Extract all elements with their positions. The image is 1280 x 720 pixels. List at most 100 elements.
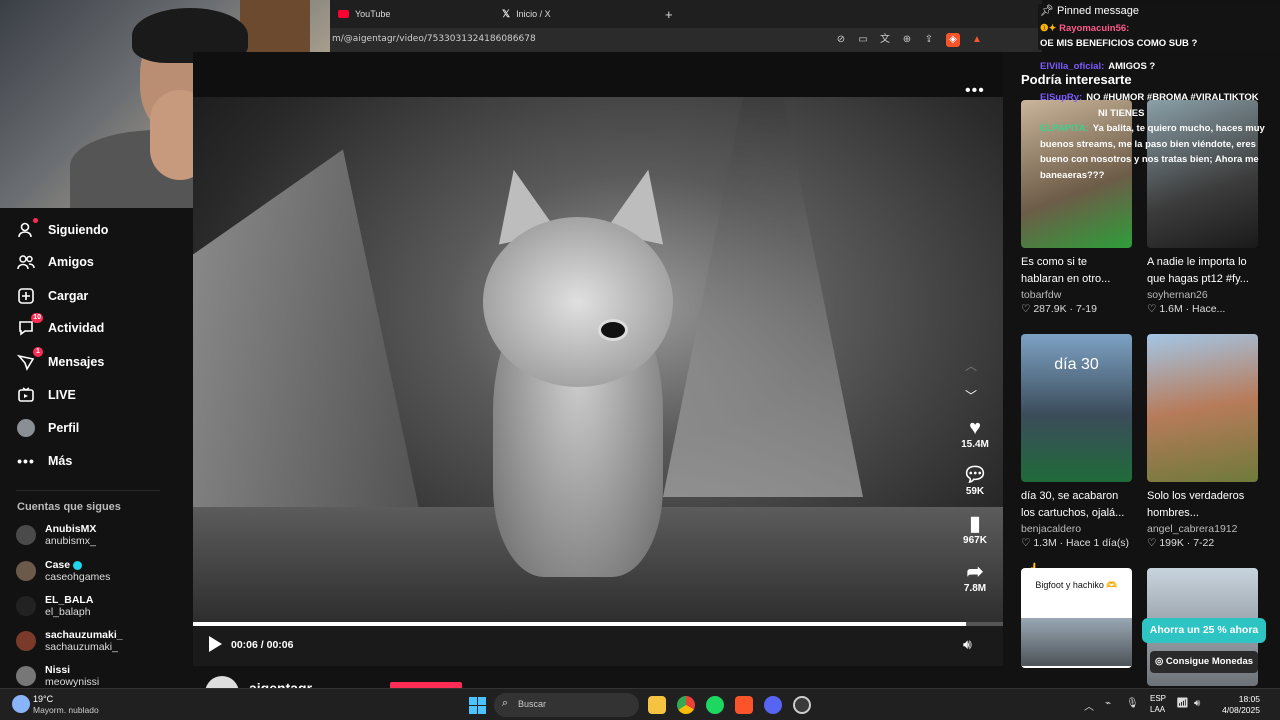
friends-icon (16, 252, 36, 272)
play-icon[interactable] (209, 636, 222, 652)
sidebar-item-following[interactable]: Siguiendo (16, 218, 108, 242)
video-controls: 00:06 / 00:06 🔊︎ (193, 626, 1003, 666)
chat-message: ElVilla_oficial: AMIGOS ? (1040, 61, 1156, 72)
tab-x[interactable]: 𝕏 Inicio / X (502, 4, 551, 24)
account-handle: caseohgames (45, 571, 111, 583)
video-street (663, 97, 863, 497)
new-tab-button[interactable]: + (665, 4, 673, 24)
followed-account[interactable]: AnubisMX anubismx_ (16, 521, 96, 549)
get-coins-button[interactable]: ◎ Consigue Monedas (1150, 651, 1258, 673)
sidebar-item-label: Perfil (48, 421, 80, 435)
zoom-icon[interactable]: ⊕ (900, 33, 914, 47)
like-button[interactable]: ♥ 15.4M (955, 417, 995, 450)
taskbar-search[interactable]: ⌕ Buscar (494, 693, 639, 717)
brave-browser-icon[interactable] (735, 696, 753, 714)
recommendation-card[interactable]: Bigfoot y hachiko 🫶 (1021, 568, 1132, 668)
followed-account[interactable]: Nissi meowynissi (16, 662, 99, 690)
card-meta: ♡ 1.6M · Hace... (1147, 303, 1226, 315)
avatar (16, 631, 36, 651)
chat-message: ELPAPITA: Ya balita, te quiero mucho, hac… (1040, 123, 1265, 181)
app-icon[interactable] (793, 696, 811, 714)
share-button[interactable]: ➦ 7.8M (955, 561, 995, 594)
volume-icon[interactable]: 🔊︎ (963, 636, 972, 653)
search-icon: ⌕ (502, 697, 509, 709)
sidebar-item-label: Más (48, 454, 73, 468)
sidebar-item-friends[interactable]: Amigos (16, 250, 94, 274)
pinned-user: ❶✦ Rayomacuin56: (1040, 23, 1130, 34)
followed-account[interactable]: Case caseohgames (16, 557, 110, 585)
clock-time[interactable]: 18:05 (1220, 694, 1260, 704)
account-name: EL_BALA (45, 594, 94, 606)
translate-icon[interactable]: 文 (878, 33, 892, 47)
brave-shield-icon[interactable]: ◈ (946, 33, 960, 47)
account-name: sachauzumaki_ (45, 629, 123, 641)
account-name: Case (45, 559, 71, 571)
activity-badge: 10 (31, 313, 43, 323)
youtube-icon (338, 10, 349, 18)
weather-description[interactable]: Mayorm. nublado (33, 705, 99, 715)
account-handle: sachauzumaki_ (45, 641, 118, 653)
comment-button[interactable]: 💬︎ 59K (955, 464, 995, 497)
card-author: tobarfdw (1021, 289, 1062, 301)
weather-icon[interactable] (12, 695, 30, 713)
microphone-icon[interactable]: 🎙︎ (1126, 698, 1139, 709)
windows-start-icon[interactable] (469, 697, 486, 714)
previous-video-icon[interactable]: ︿ (965, 357, 977, 374)
followed-account[interactable]: sachauzumaki_ sachauzumaki_ (16, 627, 123, 655)
file-explorer-icon[interactable] (648, 696, 666, 714)
tracking-icon[interactable]: ⊘ (834, 33, 848, 47)
card-author: angel_cabrera1912 (1147, 523, 1238, 535)
recommendation-card[interactable]: día 30 día 30, se acabaron los cartuchos… (1021, 334, 1132, 549)
following-icon (16, 218, 38, 240)
sidebar-item-label: LIVE (48, 388, 76, 402)
sidebar-item-more[interactable]: ••• Más (16, 449, 72, 473)
author-bar: aigentagr (193, 666, 1003, 710)
discord-icon[interactable] (764, 696, 782, 714)
chevron-up-icon[interactable]: ︿ (1084, 698, 1094, 713)
heart-outline-icon: ♡ (1021, 303, 1031, 315)
spotify-icon[interactable] (706, 696, 724, 714)
rewards-icon[interactable]: ▲ (970, 33, 984, 47)
video-thumbnail: Bigfoot y hachiko 🫶 (1021, 568, 1132, 668)
sidebar-item-upload[interactable]: Cargar (16, 284, 88, 308)
sidebar: Siguiendo Amigos Cargar 10 Actividad 1 M… (0, 208, 193, 688)
clock-date[interactable]: 4/08/2025 (1200, 705, 1260, 715)
sidebar-item-label: Siguiendo (48, 223, 109, 237)
account-handle: anubismx_ (45, 535, 96, 547)
sidebar-item-profile[interactable]: Perfil (16, 416, 79, 440)
card-title: A nadie le importa lo que hagas pt12 #fy… (1147, 256, 1249, 285)
followed-account[interactable]: EL_BALA el_balaph (16, 592, 93, 620)
next-video-icon[interactable]: ﹀ (965, 387, 977, 404)
pin-icon: 📌︎ (1040, 5, 1054, 17)
weather-temperature[interactable]: 19°C (33, 694, 53, 704)
card-title: Es como si te hablaran en otro... (1021, 256, 1111, 285)
card-meta: ♡ 1.3M · Hace 1 día(s) (1021, 537, 1130, 549)
sidebar-item-label: Mensajes (48, 355, 105, 369)
recommendation-card[interactable]: Solo los verdaderos hombres... angel_cab… (1147, 334, 1258, 549)
bookmark-button[interactable]: ▮ 967K (955, 513, 995, 546)
chrome-icon[interactable] (677, 696, 695, 714)
cast-icon[interactable]: ▭ (856, 33, 870, 47)
comment-count: 59K (965, 486, 985, 497)
sidebar-item-activity[interactable]: 10 Actividad (16, 313, 104, 340)
input-language[interactable]: ESP (1150, 694, 1166, 703)
coins-promo-badge[interactable]: Ahorra un 25 % ahora (1142, 618, 1266, 643)
share-page-icon[interactable]: ⇪ (922, 33, 936, 47)
share-icon: ➦ (966, 561, 984, 583)
cat-head (483, 217, 673, 387)
wifi-icon[interactable]: 📶︎ (1176, 698, 1189, 709)
stream-chat-overlay: 📌︎ Pinned message ❶✦ Rayomacuin56: OE MI… (1038, 0, 1280, 181)
address-bar[interactable]: m/@aigentagr/video/7533031324186086678 ⊘… (330, 28, 1042, 52)
avatar (16, 596, 36, 616)
tab-youtube[interactable]: YouTube (338, 4, 390, 24)
video-player[interactable] (193, 97, 1003, 622)
input-layout[interactable]: LAA (1150, 705, 1165, 714)
messages-badge: 1 (33, 347, 43, 357)
sidebar-item-messages[interactable]: 1 Mensajes (16, 347, 105, 374)
card-title: día 30, se acabaron los cartuchos, ojalá… (1021, 490, 1125, 519)
url-text[interactable]: m/@aigentagr/video/7533031324186086678 (332, 34, 536, 44)
sidebar-item-live[interactable]: LIVE (16, 383, 76, 407)
chat-message: NI TIENES (1098, 108, 1145, 119)
network-icon[interactable]: ⌁ (1105, 698, 1111, 709)
heart-outline-icon: ♡ (1021, 537, 1031, 549)
